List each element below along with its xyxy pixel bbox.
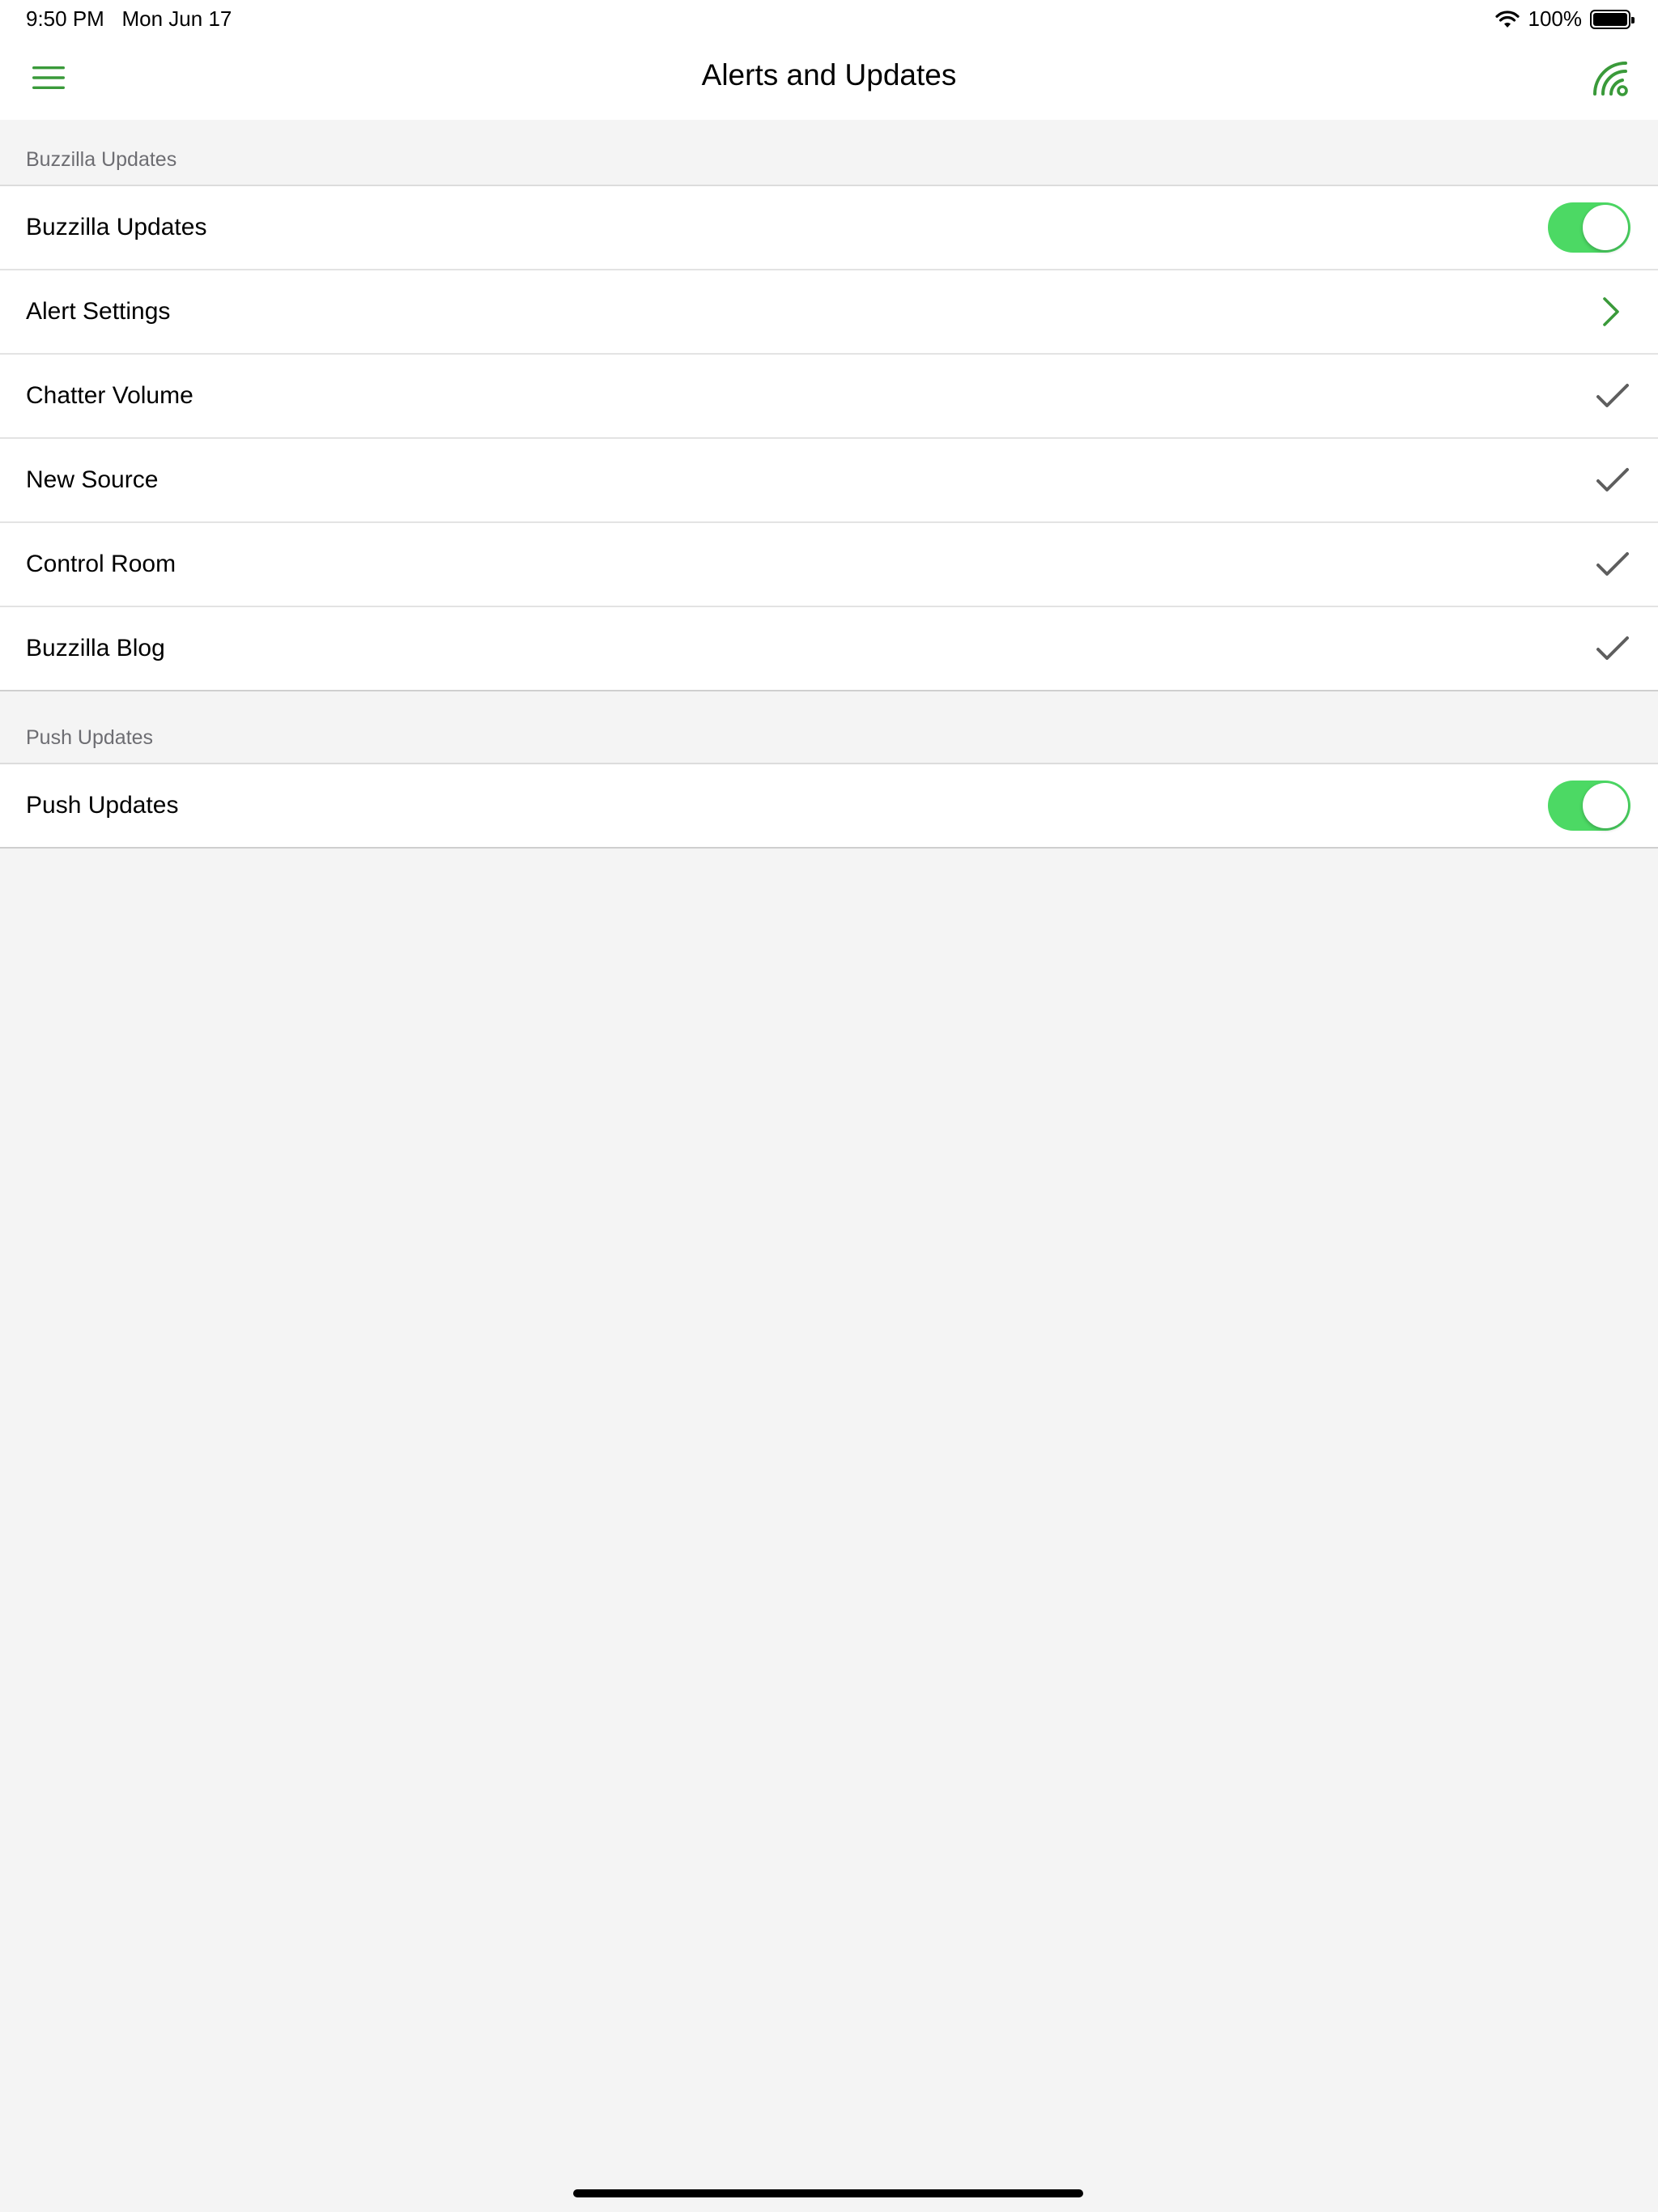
section-header-label: Buzzilla Updates [26,148,177,171]
chevron-right-icon [1603,297,1619,326]
section-header-label: Push Updates [26,726,154,749]
battery-icon [1590,9,1635,29]
row-label: Alert Settings [26,298,171,325]
checkmark-icon [1596,636,1629,660]
page-title: Alerts and Updates [701,58,957,91]
section-header-buzzilla-updates: Buzzilla Updates [0,120,1658,185]
home-indicator[interactable] [573,2189,1083,2197]
row-label: Chatter Volume [26,382,193,409]
wifi-icon [1494,10,1520,28]
row-label: Push Updates [26,792,179,819]
status-time: 9:50 PM [26,6,104,31]
row-new-source[interactable]: New Source [0,439,1658,523]
push-updates-toggle[interactable] [1548,781,1630,831]
row-buzzilla-blog[interactable]: Buzzilla Blog [0,607,1658,690]
feed-icon [1593,62,1628,96]
status-date: Mon Jun 17 [121,6,232,31]
status-time-date: 9:50 PM Mon Jun 17 [26,6,232,32]
checkmark-icon [1596,468,1629,491]
row-control-room[interactable]: Control Room [0,523,1658,607]
status-bar: 9:50 PM Mon Jun 17 100% [0,0,1658,39]
navigation-bar: Alerts and Updates [0,39,1658,120]
row-label: New Source [26,466,159,493]
row-alert-settings[interactable]: Alert Settings [0,270,1658,355]
checkmark-icon [1596,552,1629,576]
status-right: 100% [1494,6,1635,32]
row-buzzilla-updates: Buzzilla Updates [0,186,1658,270]
row-push-updates: Push Updates [0,764,1658,847]
checkmark-icon [1596,384,1629,407]
feed-button[interactable] [1590,58,1630,99]
row-label: Buzzilla Updates [26,214,207,240]
buzzilla-updates-toggle[interactable] [1548,202,1630,253]
push-updates-group: Push Updates [0,763,1658,849]
buzzilla-updates-group: Buzzilla Updates Alert Settings Chatter … [0,185,1658,691]
section-header-push-updates: Push Updates [0,698,1658,763]
row-label: Buzzilla Blog [26,635,165,661]
row-chatter-volume[interactable]: Chatter Volume [0,355,1658,439]
row-label: Control Room [26,551,176,577]
battery-percent: 100% [1528,6,1583,31]
